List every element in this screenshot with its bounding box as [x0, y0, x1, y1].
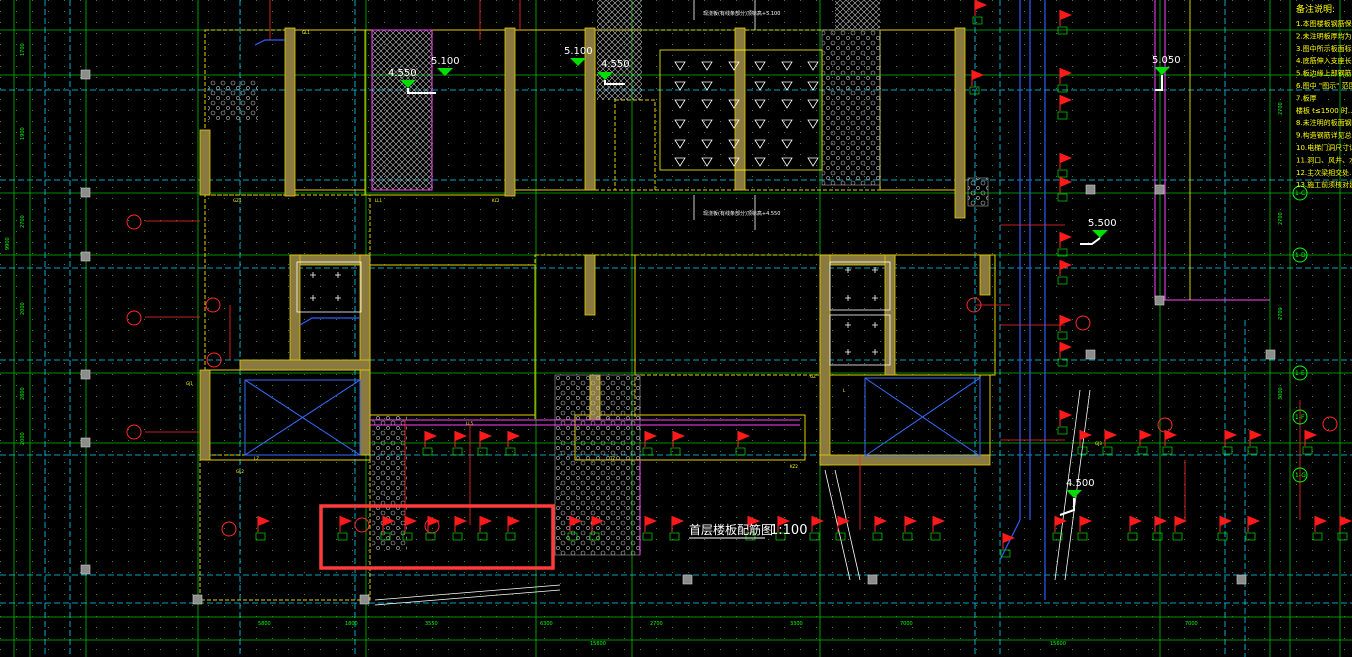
- dim-label: 2700: [650, 621, 663, 627]
- plan-title: 首层楼板配筋图: [689, 522, 773, 537]
- cad-drawing-viewport[interactable]: 4.550 5.100 5.100 4.550 5.050 5.500 4.50…: [0, 0, 1352, 657]
- note-line: 8.未注明的板面钢筋详见说明。: [1296, 118, 1352, 127]
- dim-label: 2700: [1278, 212, 1284, 225]
- plan-scale: 1:100: [770, 523, 807, 538]
- component-tag: GL1: [302, 30, 310, 35]
- note-line: 6.图中 "图示" 范围为降板区域。: [1296, 81, 1352, 90]
- elevation-annotation-bottom: 现浇板(有线条部分)顶标高+4.550: [703, 210, 780, 217]
- notes-title: 备注说明:: [1296, 3, 1335, 15]
- note-line: 5.板边缘上部钢筋锚入梁内。: [1296, 69, 1352, 78]
- note-line: 4.底筋伸入支座长度详见图集。: [1296, 56, 1352, 65]
- component-tag: KL2: [492, 198, 500, 203]
- dim-label: 2000: [20, 432, 26, 445]
- dim-label: 2800: [20, 387, 26, 400]
- axis-label: 1-F: [1295, 414, 1305, 421]
- elevation-label: 5.050: [1152, 55, 1181, 66]
- component-tag: KZ2: [790, 464, 798, 469]
- note-line: 12.主次梁相交处...: [1296, 168, 1352, 177]
- elevation-label: 4.500: [1066, 478, 1095, 489]
- dim-label: 3300: [790, 621, 803, 627]
- dim-label: 6300: [540, 621, 553, 627]
- axis-label: 1-C: [1295, 190, 1305, 197]
- component-tag: LL1: [375, 198, 382, 203]
- elevation-label: 4.550: [388, 68, 417, 79]
- component-tag: GL2: [236, 469, 244, 474]
- dim-label: 1800: [345, 621, 358, 627]
- axis-label: 1-D: [1295, 252, 1306, 259]
- elevation-label: 5.500: [1088, 218, 1117, 229]
- note-line: 9.构造钢筋详见总说明。: [1296, 131, 1352, 140]
- component-tag: GJ1: [186, 381, 193, 386]
- elevation-label: 5.100: [564, 46, 593, 57]
- note-line: 7.板厚: [1296, 93, 1317, 102]
- dim-label: 9900: [5, 237, 11, 250]
- plan-title-block: 首层楼板配筋图 1:100: [689, 522, 807, 539]
- elevation-label: 4.550: [601, 59, 630, 70]
- axis-label: 1-G: [1295, 472, 1306, 479]
- component-tag: LL5: [466, 421, 473, 426]
- component-tag: GJ3: [1095, 441, 1102, 446]
- note-line: 11.洞口、风井、水井详见设备图。: [1296, 155, 1352, 164]
- elevation-label: 5.100: [431, 56, 460, 67]
- dim-label: 1900: [20, 127, 26, 140]
- note-line: 10.电梯门洞尺寸详见建施。: [1296, 143, 1352, 152]
- dot-grid: [0, 0, 1352, 657]
- dim-label: 1700: [20, 43, 26, 56]
- note-line: 1.本图楼板钢筋保护层厚度详见总说明。: [1296, 19, 1352, 28]
- dim-label: 7000: [1185, 621, 1198, 627]
- component-tag: GZ1: [233, 198, 242, 203]
- component-tag: GZ: [810, 374, 816, 379]
- dim-label: 15600: [1050, 641, 1066, 647]
- component-tag: LZ: [254, 456, 259, 461]
- note-line: 13.施工前须核对建施图。: [1296, 180, 1352, 189]
- dim-label: 7000: [900, 621, 913, 627]
- dim-label: 2700: [20, 215, 26, 228]
- component-tag: TZ: [609, 456, 615, 461]
- dim-label: 5800: [258, 621, 271, 627]
- dim-label: 2000: [20, 302, 26, 315]
- dim-label: 2700: [1278, 307, 1284, 320]
- note-line: 3.图中所示板面标高见说明。: [1296, 44, 1352, 53]
- elevation-annotation-top: 现浇板(有线条部分)顶标高+5.100: [703, 10, 780, 17]
- note-line: 2.未注明板厚均为120mm。: [1296, 31, 1352, 40]
- dim-label: 3550: [425, 621, 438, 627]
- dim-label: 3000: [1278, 387, 1284, 400]
- note-line: 楼板 t≤1500 时...: [1296, 106, 1352, 115]
- dim-label: 15600: [590, 641, 606, 647]
- axis-label: 1-E: [1295, 370, 1305, 377]
- dim-label: 2700: [1278, 102, 1284, 115]
